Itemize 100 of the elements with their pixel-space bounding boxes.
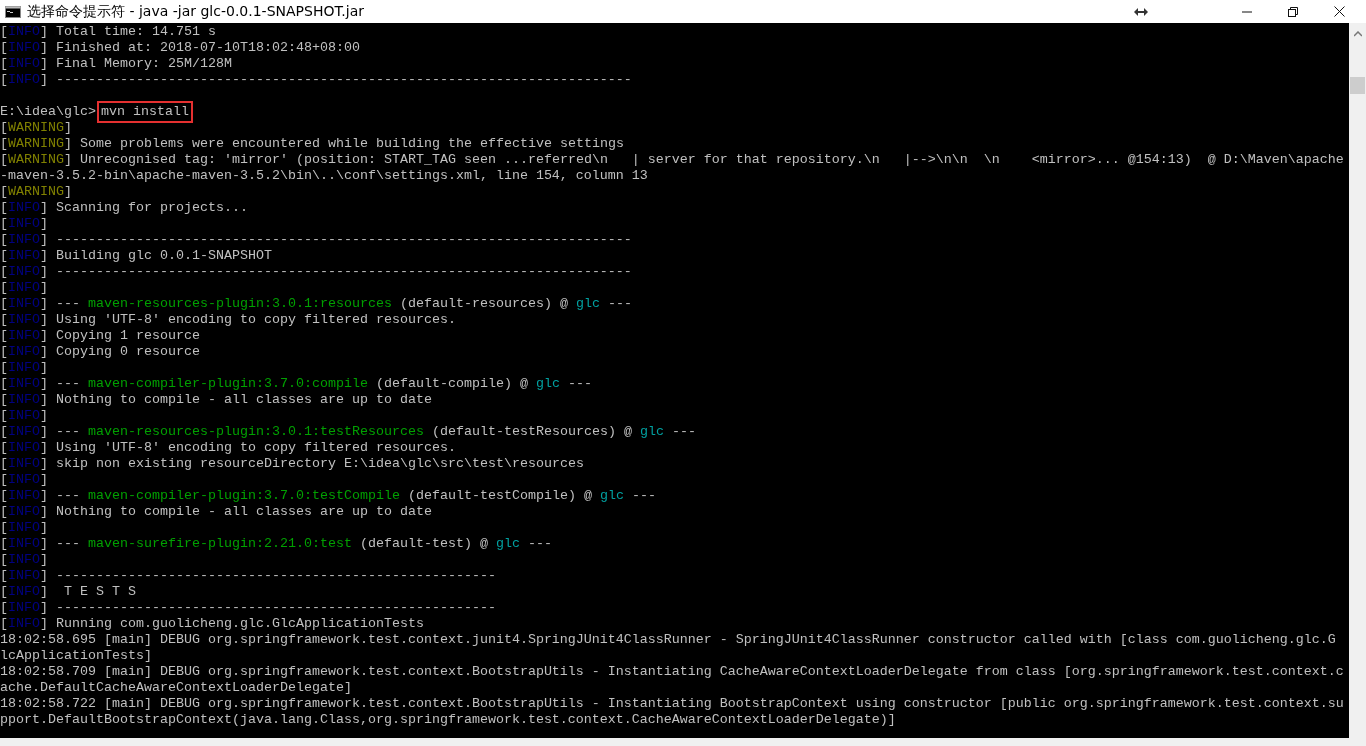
log-text: lcApplicationTests] — [0, 648, 152, 664]
log-level-tag: [INFO] — [0, 248, 48, 264]
highlighted-command: mvn install — [100, 104, 190, 120]
log-level-tag: [WARNING] — [0, 184, 72, 200]
restore-icon — [1288, 6, 1298, 17]
log-text: Some problems were encountered while building the effective settings — [79, 136, 624, 152]
log-text: pport.DefaultBootstrapContext(java.lang.Class,org.springframework.test.context.CacheAwareContextLoaderDelegate)] — [0, 712, 896, 728]
log-text: ------------------------------------------------------------------------ — [55, 264, 632, 280]
log-level-tag: [INFO] — [0, 232, 48, 248]
vertical-scrollbar[interactable] — [1349, 23, 1366, 738]
log-text: Using 'UTF-8' encoding to copy filtered resources. — [55, 312, 456, 328]
log-level-tag: [INFO] — [0, 424, 48, 440]
log-text: ------------------------------------------------------- — [55, 600, 496, 616]
log-text: Total time: 14.751 s — [55, 24, 216, 40]
log-text: (default-compile) @ — [374, 376, 529, 392]
log-text: (default-testCompile) @ — [406, 488, 593, 504]
log-text: --- — [606, 296, 632, 312]
log-level-tag: [INFO] — [0, 264, 48, 280]
log-level-tag: [INFO] — [0, 568, 48, 584]
log-text: Copying 0 resource — [55, 344, 200, 360]
horizontal-resize-icon — [1134, 7, 1148, 16]
log-level-tag: [INFO] — [0, 440, 48, 456]
log-level-tag: [WARNING] — [0, 120, 72, 136]
log-text: glc — [599, 488, 624, 504]
log-text: glc — [495, 536, 520, 552]
log-level-tag: [INFO] — [0, 504, 48, 520]
log-text: --- — [55, 488, 81, 504]
log-level-tag: [WARNING] — [0, 152, 72, 168]
scrollbar-thumb[interactable] — [1350, 77, 1365, 94]
log-text: 18:02:58.695 [main] DEBUG org.springframework.test.context.junit4.SpringJUnit4ClassRunner - SpringJUnit4ClassRunner constructor called with [class com.guolicheng.glc.G — [0, 632, 1336, 648]
log-level-tag: [INFO] — [0, 616, 48, 632]
log-text: --- — [630, 488, 656, 504]
log-text: ache.DefaultCacheAwareContextLoaderDelegate] — [0, 680, 352, 696]
log-level-tag: [INFO] — [0, 72, 48, 88]
log-text: Nothing to compile - all classes are up to date — [55, 504, 432, 520]
log-text: --- — [526, 536, 552, 552]
log-text: maven-resources-plugin:3.0.1:resources — [88, 296, 392, 312]
log-text: --- — [55, 296, 81, 312]
log-text: -maven-3.5.2-bin\apache-maven-3.5.2\bin\..\conf\settings.xml, line 154, column 13 — [0, 168, 648, 184]
log-level-tag: [INFO] — [0, 280, 48, 296]
log-text: ------------------------------------------------------- — [55, 568, 496, 584]
log-text: ------------------------------------------------------------------------ — [55, 232, 632, 248]
log-level-tag: [INFO] — [0, 40, 48, 56]
log-text: --- — [55, 424, 81, 440]
log-text: Scanning for projects... — [55, 200, 248, 216]
log-level-tag: [INFO] — [0, 552, 48, 568]
log-text: --- — [566, 376, 592, 392]
log-level-tag: [WARNING] — [0, 136, 72, 152]
log-level-tag: [INFO] — [0, 360, 48, 376]
log-level-tag: [INFO] — [0, 456, 48, 472]
console-app-icon — [5, 5, 21, 18]
minimize-icon — [1242, 10, 1252, 13]
log-text: Copying 1 resource — [55, 328, 200, 344]
log-text: E:\idea\glc> — [0, 104, 96, 120]
log-level-tag: [INFO] — [0, 392, 48, 408]
window-title: 选择命令提示符 - java -jar glc-0.0.1-SNAPSHOT.jar — [27, 2, 365, 21]
log-level-tag: [INFO] — [0, 472, 48, 488]
log-text: (default-test) @ — [358, 536, 489, 552]
log-level-tag: [INFO] — [0, 408, 48, 424]
log-text: glc — [535, 376, 560, 392]
log-level-tag: [INFO] — [0, 216, 48, 232]
log-level-tag: [INFO] — [0, 584, 48, 600]
log-text: --- — [55, 376, 81, 392]
log-level-tag: [INFO] — [0, 200, 48, 216]
log-text: maven-compiler-plugin:3.7.0:testCompile — [88, 488, 400, 504]
log-level-tag: [INFO] — [0, 488, 48, 504]
log-level-tag: [INFO] — [0, 520, 48, 536]
log-text: Finished at: 2018-07-10T18:02:48+08:00 — [55, 40, 360, 56]
log-text: Nothing to compile - all classes are up to date — [55, 392, 432, 408]
log-level-tag: [INFO] — [0, 536, 48, 552]
log-text: Building glc 0.0.1-SNAPSHOT — [55, 248, 272, 264]
horizontal-scrollbar[interactable] — [0, 738, 1366, 746]
log-text: 18:02:58.709 [main] DEBUG org.springframework.test.context.BootstrapUtils - Instantiating CacheAwareContextLoaderDelegate from class [org.springframework.test.context.c — [0, 664, 1344, 680]
log-level-tag: [INFO] — [0, 56, 48, 72]
log-text: maven-resources-plugin:3.0.1:testResources — [88, 424, 424, 440]
log-level-tag: [INFO] — [0, 312, 48, 328]
log-text: glc — [639, 424, 664, 440]
log-level-tag: [INFO] — [0, 600, 48, 616]
log-text: --- — [670, 424, 696, 440]
log-text: Using 'UTF-8' encoding to copy filtered resources. — [55, 440, 456, 456]
log-level-tag: [INFO] — [0, 344, 48, 360]
scroll-up-icon[interactable] — [1353, 31, 1362, 37]
log-text: Unrecognised tag: 'mirror' (position: START_TAG seen ...referred\n | server for that repository.\n |-->\n\n \n <mirror>... @154:13) @ D:\Maven\apache — [79, 152, 1344, 168]
log-text: ------------------------------------------------------------------------ — [55, 72, 632, 88]
log-text: (default-testResources) @ — [430, 424, 633, 440]
log-text: (default-resources) @ — [398, 296, 569, 312]
log-text: glc — [575, 296, 600, 312]
log-text: skip non existing resourceDirectory E:\idea\glc\src\test\resources — [55, 456, 584, 472]
log-text: Running com.guolicheng.glc.GlcApplicationTests — [55, 616, 424, 632]
log-level-tag: [INFO] — [0, 376, 48, 392]
log-level-tag: [INFO] — [0, 328, 48, 344]
log-text: 18:02:58.722 [main] DEBUG org.springframework.test.context.BootstrapUtils - Instantiating BootstrapContext using constructor [public org.springframework.test.context.su — [0, 696, 1344, 712]
log-level-tag: [INFO] — [0, 24, 48, 40]
log-text: maven-surefire-plugin:2.21.0:test — [88, 536, 352, 552]
log-text: Final Memory: 25M/128M — [55, 56, 232, 72]
log-text: T E S T S — [63, 584, 136, 600]
log-level-tag: [INFO] — [0, 296, 48, 312]
log-text: maven-compiler-plugin:3.7.0:compile — [88, 376, 368, 392]
log-text: --- — [55, 536, 81, 552]
close-icon — [1333, 6, 1345, 17]
